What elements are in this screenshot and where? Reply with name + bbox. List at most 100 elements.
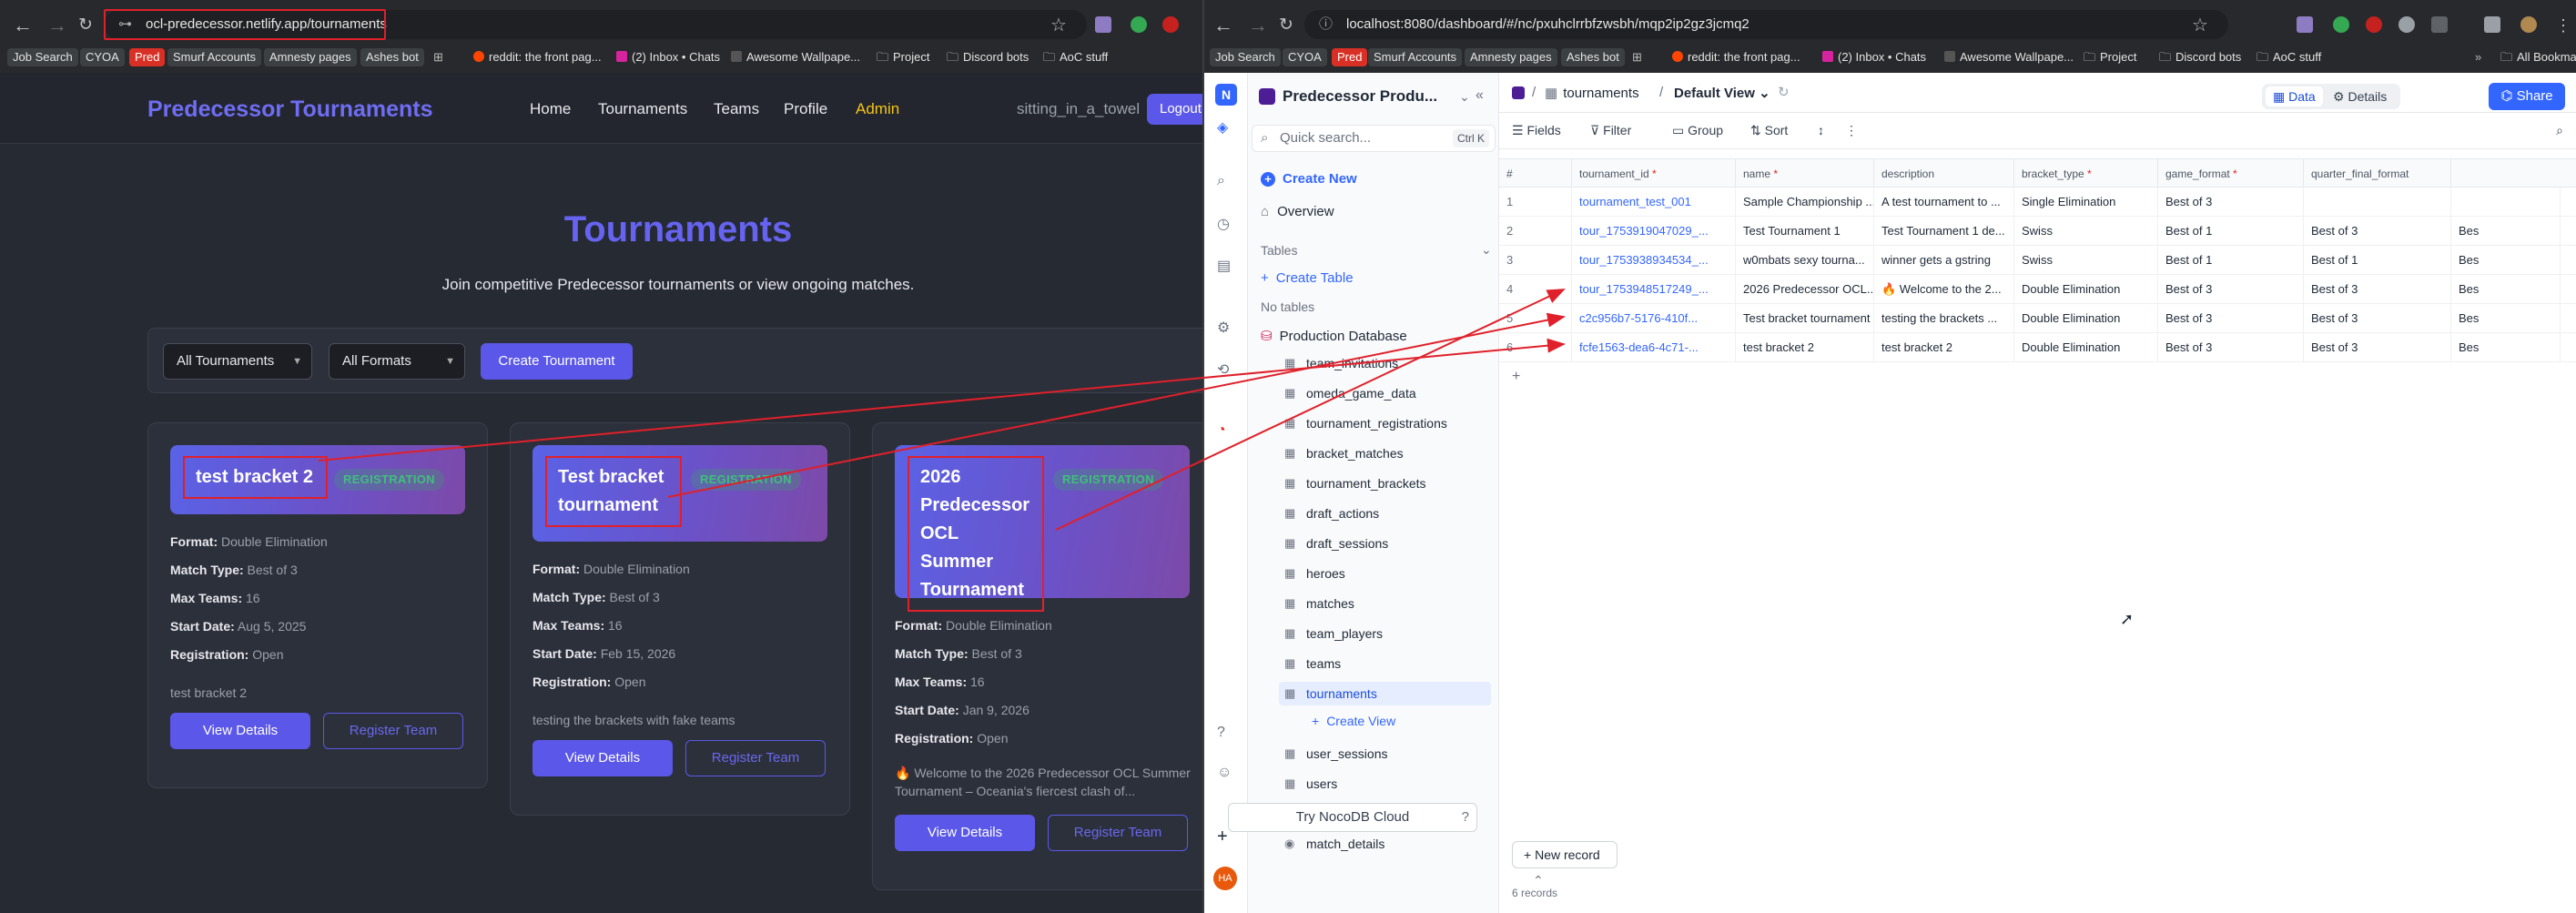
register-team-button[interactable]: Register Team (323, 713, 463, 749)
table-cell[interactable]: Best of 1 (2158, 246, 2304, 275)
table-cell[interactable]: Single Elimination (2014, 188, 2158, 217)
sidebar-item-table[interactable]: ▦ omeda_game_data (1279, 381, 1491, 405)
table-cell[interactable]: Bes (2451, 246, 2561, 275)
table-cell[interactable]: winner gets a gstring (1874, 246, 2014, 275)
integrations-icon[interactable]: ⟲ (1217, 360, 1229, 379)
column-header[interactable]: name * (1736, 159, 1874, 188)
table-cell[interactable] (2304, 188, 2451, 217)
address-bar[interactable]: ⓘ localhost:8080/dashboard/#/nc/pxuhclrr… (1304, 10, 2228, 39)
table-cell[interactable]: Best of 3 (2304, 217, 2451, 246)
sidebar-item-table[interactable]: ▦ team_invitations (1279, 351, 1491, 375)
chevron-down-icon[interactable]: ⌄ (1459, 89, 1470, 105)
nocodb-logo-icon[interactable]: N (1215, 84, 1237, 106)
bookmark-star-icon[interactable]: ☆ (1050, 15, 1067, 36)
database-item[interactable]: ⛁ Production Database (1261, 328, 1407, 344)
bookmark-folder[interactable]: 🗀 Project (877, 48, 929, 66)
table-row[interactable]: 5 c2c956b7-5176-410f... Test bracket tourn… (1499, 304, 2576, 333)
sidebar-item-table[interactable]: ▦ tournaments (1279, 682, 1491, 705)
sidebar-item-table[interactable]: ▦ user_sessions (1279, 742, 1491, 766)
bookmark-item[interactable]: (2) Inbox • Chats (616, 48, 720, 66)
docs-icon[interactable]: ▤ (1217, 257, 1231, 275)
table-cell[interactable]: tour_1753938934534_... (1572, 246, 1736, 275)
bookmark-item[interactable]: Smurf Accounts (1368, 48, 1463, 66)
settings-icon[interactable]: ⚙ (1217, 319, 1230, 337)
table-cell[interactable]: Double Elimination (2014, 304, 2158, 333)
table-cell[interactable]: Swiss (2014, 217, 2158, 246)
sidebar-item-table[interactable]: ▦ draft_sessions (1279, 532, 1491, 555)
sidebar-item-table[interactable]: ▦ tournament_brackets (1279, 472, 1491, 495)
back-icon[interactable]: ← (1213, 15, 1233, 36)
bookmark-item[interactable]: Amnesty pages (264, 48, 357, 66)
bookmark-folder[interactable]: 🗀 AoC stuff (1043, 48, 1108, 66)
table-cell[interactable]: Test bracket tournament (1736, 304, 1874, 333)
table-cell[interactable]: 2026 Predecessor OCL... (1736, 275, 1874, 304)
bookmark-folder[interactable]: 🗀 AoC stuff (2257, 48, 2321, 66)
nav-profile[interactable]: Profile (784, 100, 827, 118)
bookmark-item[interactable]: Awesome Wallpape... (731, 48, 860, 66)
table-cell[interactable]: fcfe1563-dea6-4c71-... (1572, 333, 1736, 362)
bookmark-folder[interactable]: 🗀 Discord bots (947, 48, 1029, 66)
chevron-up-icon[interactable]: ⌃ (1533, 873, 1544, 888)
chevron-right-icon[interactable]: » (2475, 48, 2481, 66)
table-cell[interactable]: Double Elimination (2014, 333, 2158, 362)
table-cell[interactable]: 4 (1499, 275, 1572, 304)
create-view-button[interactable]: + Create View (1312, 714, 1395, 728)
column-header[interactable]: tournament_id * (1572, 159, 1736, 188)
sort-button[interactable]: ⇅ Sort (1750, 123, 1788, 138)
extension-icon[interactable] (2333, 16, 2349, 33)
create-new-button[interactable]: + Create New (1261, 171, 1357, 187)
table-cell[interactable]: Bes (2451, 217, 2561, 246)
table-cell[interactable]: Best of 1 (2304, 246, 2451, 275)
table-cell[interactable]: Best of 3 (2304, 275, 2451, 304)
table-cell[interactable]: 2 (1499, 217, 1572, 246)
bookmark-item[interactable]: Amnesty pages (1465, 48, 1557, 66)
add-row-button[interactable]: + (1499, 362, 2576, 391)
sidebar-item-table[interactable]: ▦ team_players (1279, 622, 1491, 645)
sidebar-item-table[interactable]: ▦ users (1279, 772, 1491, 796)
view-selector[interactable]: Default View ⌄ (1674, 85, 1770, 101)
overview-link[interactable]: ⌂ Overview (1261, 204, 1334, 219)
tournament-filter-select[interactable]: All Tournaments ▼ (163, 343, 312, 380)
more-menu-icon[interactable]: ⋮ (2555, 15, 2571, 36)
table-cell[interactable]: Test Tournament 1 (1736, 217, 1874, 246)
create-table-button[interactable]: + Create Table (1261, 270, 1354, 286)
bases-icon[interactable]: ◈ (1217, 118, 1228, 137)
extension-icon[interactable] (2399, 16, 2415, 33)
new-record-button[interactable]: + New record ⌃ (1512, 841, 1618, 888)
table-row[interactable]: 2 tour_1753919047029_... Test Tournament 1… (1499, 217, 2576, 246)
address-bar[interactable]: ⊶ ocl-predecessor.netlify.app/tournament… (104, 9, 1087, 40)
table-cell[interactable]: tour_1753948517249_... (1572, 275, 1736, 304)
table-row[interactable]: 6 fcfe1563-dea6-4c71-... test bracket 2 tes… (1499, 333, 2576, 362)
format-filter-select[interactable]: All Formats ▼ (329, 343, 465, 380)
table-row[interactable]: 3 tour_1753938934534_... w0mbats sexy tour… (1499, 246, 2576, 275)
column-header[interactable]: description (1874, 159, 2014, 188)
table-cell[interactable]: Test Tournament 1 de... (1874, 217, 2014, 246)
search-icon[interactable]: ⌕ (1217, 173, 1225, 189)
sidebar-item-table[interactable]: ▦ teams (1279, 652, 1491, 675)
try-cloud-button[interactable]: Try NocoDB Cloud? (1228, 803, 1477, 832)
logout-button[interactable]: Logout (1147, 94, 1202, 125)
table-cell[interactable]: 5 (1499, 304, 1572, 333)
column-header[interactable]: quarter_final_format (2304, 159, 2451, 188)
share-button[interactable]: ⌬ Share (2489, 83, 2565, 110)
table-cell[interactable]: A test tournament to ... (1874, 188, 2014, 217)
extension-icon[interactable] (1095, 16, 1111, 33)
create-tournament-button[interactable]: Create Tournament (481, 343, 633, 380)
help-icon[interactable]: ? (1462, 804, 1469, 831)
sidebar-item-table[interactable]: ◉ match_details (1279, 832, 1491, 856)
apps-grid-icon[interactable]: ⊞ (1632, 48, 1642, 66)
view-details-button[interactable]: View Details (170, 713, 310, 749)
bookmark-item[interactable]: Ashes bot (360, 48, 424, 66)
search-icon[interactable]: ⌕ (2556, 123, 2563, 138)
table-cell[interactable]: 1 (1499, 188, 1572, 217)
bookmark-item[interactable]: Ashes bot (1561, 48, 1625, 66)
reload-icon[interactable]: ↻ (1778, 84, 1790, 100)
table-cell[interactable]: 3 (1499, 246, 1572, 275)
help-icon[interactable]: ? (1217, 725, 1225, 741)
bookmark-item[interactable]: Smurf Accounts (167, 48, 262, 66)
table-cell[interactable]: Best of 3 (2158, 333, 2304, 362)
media-icon[interactable] (2484, 16, 2500, 33)
table-cell[interactable]: Best of 1 (2158, 217, 2304, 246)
table-cell[interactable]: Best of 3 (2158, 304, 2304, 333)
site-brand[interactable]: Predecessor Tournaments (147, 96, 433, 123)
